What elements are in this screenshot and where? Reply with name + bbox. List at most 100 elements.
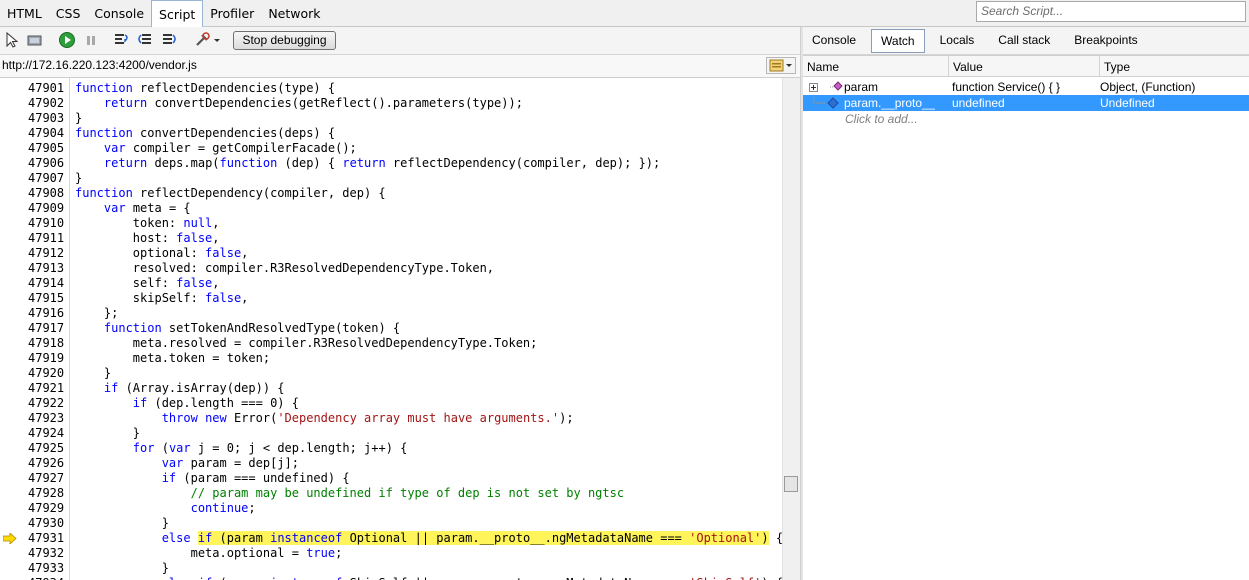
scrollbar-thumb[interactable] — [784, 476, 798, 492]
code-line[interactable]: 47906 return deps.map(function (dep) { r… — [0, 156, 782, 171]
line-number[interactable]: 47916 — [28, 306, 66, 321]
line-number[interactable]: 47920 — [28, 366, 66, 381]
line-number[interactable]: 47901 — [28, 81, 66, 96]
line-number[interactable]: 47912 — [28, 246, 66, 261]
code-line[interactable]: 47930 } — [0, 516, 782, 531]
stop-debugging-button[interactable]: Stop debugging — [233, 31, 336, 50]
select-element-icon[interactable] — [4, 31, 22, 49]
line-number[interactable]: 47927 — [28, 471, 66, 486]
line-number[interactable]: 47917 — [28, 321, 66, 336]
code-line[interactable]: 47931 else if (param instanceof Optional… — [0, 531, 782, 546]
tab-network[interactable]: Network — [261, 0, 327, 26]
code-line[interactable]: 47909 var meta = { — [0, 201, 782, 216]
line-number[interactable]: 47907 — [28, 171, 66, 186]
step-over-icon[interactable] — [137, 31, 155, 49]
line-number[interactable]: 47919 — [28, 351, 66, 366]
subtab-watch[interactable]: Watch — [871, 29, 925, 53]
tab-script[interactable]: Script — [151, 0, 204, 27]
code-line[interactable]: 47926 var param = dep[j]; — [0, 456, 782, 471]
line-number[interactable]: 47928 — [28, 486, 66, 501]
line-number[interactable]: 47914 — [28, 276, 66, 291]
continue-icon[interactable] — [58, 31, 76, 49]
code-line[interactable]: 47932 meta.optional = true; — [0, 546, 782, 561]
code-line[interactable]: 47912 optional: false, — [0, 246, 782, 261]
line-number[interactable]: 47934 — [28, 576, 66, 580]
search-script-input[interactable]: Search Script... — [976, 1, 1246, 22]
watch-col-name[interactable]: Name — [803, 56, 949, 76]
line-number[interactable]: 47933 — [28, 561, 66, 576]
line-number[interactable]: 47915 — [28, 291, 66, 306]
code-line[interactable]: 47927 if (param === undefined) { — [0, 471, 782, 486]
tab-html[interactable]: HTML — [0, 0, 49, 26]
code-line[interactable]: 47919 meta.token = token; — [0, 351, 782, 366]
tools-dropdown-icon[interactable] — [194, 31, 222, 49]
code-line[interactable]: 47910 token: null, — [0, 216, 782, 231]
code-line[interactable]: 47917 function setTokenAndResolvedType(t… — [0, 321, 782, 336]
step-out-icon[interactable] — [161, 31, 179, 49]
line-number[interactable]: 47926 — [28, 456, 66, 471]
line-number[interactable]: 47922 — [28, 396, 66, 411]
code-line[interactable]: 47922 if (dep.length === 0) { — [0, 396, 782, 411]
line-number[interactable]: 47902 — [28, 96, 66, 111]
line-number[interactable]: 47925 — [28, 441, 66, 456]
line-number[interactable]: 47931 — [28, 531, 66, 546]
code-line[interactable]: 47929 continue; — [0, 501, 782, 516]
source-code-view[interactable]: 47901 function reflectDependencies(type) … — [0, 78, 782, 580]
line-number[interactable]: 47923 — [28, 411, 66, 426]
code-line[interactable]: 47918 meta.resolved = compiler.R3Resolve… — [0, 336, 782, 351]
line-number[interactable]: 47930 — [28, 516, 66, 531]
code-line[interactable]: 47914 self: false, — [0, 276, 782, 291]
code-line[interactable]: 47915 skipSelf: false, — [0, 291, 782, 306]
watch-col-type[interactable]: Type — [1100, 56, 1249, 76]
line-number[interactable]: 47910 — [28, 216, 66, 231]
code-line[interactable]: 47921 if (Array.isArray(dep)) { — [0, 381, 782, 396]
tab-profiler[interactable]: Profiler — [203, 0, 261, 26]
code-line[interactable]: 47920 } — [0, 366, 782, 381]
line-number[interactable]: 47905 — [28, 141, 66, 156]
code-line[interactable]: 47902 return convertDependencies(getRefl… — [0, 96, 782, 111]
line-number[interactable]: 47932 — [28, 546, 66, 561]
code-line[interactable]: 47904 function convertDependencies(deps) … — [0, 126, 782, 141]
pause-icon[interactable] — [82, 31, 100, 49]
code-vertical-scrollbar[interactable] — [782, 78, 800, 580]
subtab-breakpoints[interactable]: Breakpoints — [1065, 29, 1146, 53]
code-line[interactable]: 47911 host: false, — [0, 231, 782, 246]
code-line[interactable]: 47933 } — [0, 561, 782, 576]
code-line[interactable]: 47908 function reflectDependency(compiler… — [0, 186, 782, 201]
watch-row-selected[interactable]: param.__proto__ undefined Undefined — [803, 95, 1249, 111]
break-on-error-icon[interactable] — [26, 31, 44, 49]
code-line[interactable]: 47903} — [0, 111, 782, 126]
code-line[interactable]: 47934 else if (param instanceof SkipSelf… — [0, 576, 782, 580]
line-number[interactable]: 47906 — [28, 156, 66, 171]
watch-col-value[interactable]: Value — [949, 56, 1100, 76]
code-line[interactable]: 47928 // param may be undefined if type … — [0, 486, 782, 501]
code-line[interactable]: 47924 } — [0, 426, 782, 441]
subtab-console[interactable]: Console — [803, 29, 865, 53]
line-number[interactable]: 47921 — [28, 381, 66, 396]
tab-console[interactable]: Console — [87, 0, 151, 26]
code-line[interactable]: 47901 function reflectDependencies(type) … — [0, 81, 782, 96]
watch-add-row[interactable]: Click to add... — [803, 111, 1249, 127]
line-number[interactable]: 47911 — [28, 231, 66, 246]
tab-css[interactable]: CSS — [49, 0, 88, 26]
line-number[interactable]: 47918 — [28, 336, 66, 351]
expand-plus-icon[interactable] — [809, 83, 818, 92]
line-number[interactable]: 47903 — [28, 111, 66, 126]
code-line[interactable]: 47907} — [0, 171, 782, 186]
line-number[interactable]: 47913 — [28, 261, 66, 276]
line-number[interactable]: 47908 — [28, 186, 66, 201]
line-number[interactable]: 47929 — [28, 501, 66, 516]
subtab-locals[interactable]: Locals — [931, 29, 984, 53]
line-number[interactable]: 47924 — [28, 426, 66, 441]
line-number[interactable]: 47904 — [28, 126, 66, 141]
step-into-icon[interactable] — [113, 31, 131, 49]
watch-row[interactable]: param function Service() { } Object, (Fu… — [803, 79, 1249, 95]
code-line[interactable]: 47913 resolved: compiler.R3ResolvedDepen… — [0, 261, 782, 276]
code-line[interactable]: 47925 for (var j = 0; j < dep.length; j+… — [0, 441, 782, 456]
code-line[interactable]: 47923 throw new Error('Dependency array … — [0, 411, 782, 426]
script-picker-dropdown-icon[interactable] — [766, 57, 796, 74]
line-number[interactable]: 47909 — [28, 201, 66, 216]
subtab-call-stack[interactable]: Call stack — [989, 29, 1059, 53]
add-watch-placeholder[interactable]: Click to add... — [845, 111, 918, 127]
code-line[interactable]: 47916 }; — [0, 306, 782, 321]
